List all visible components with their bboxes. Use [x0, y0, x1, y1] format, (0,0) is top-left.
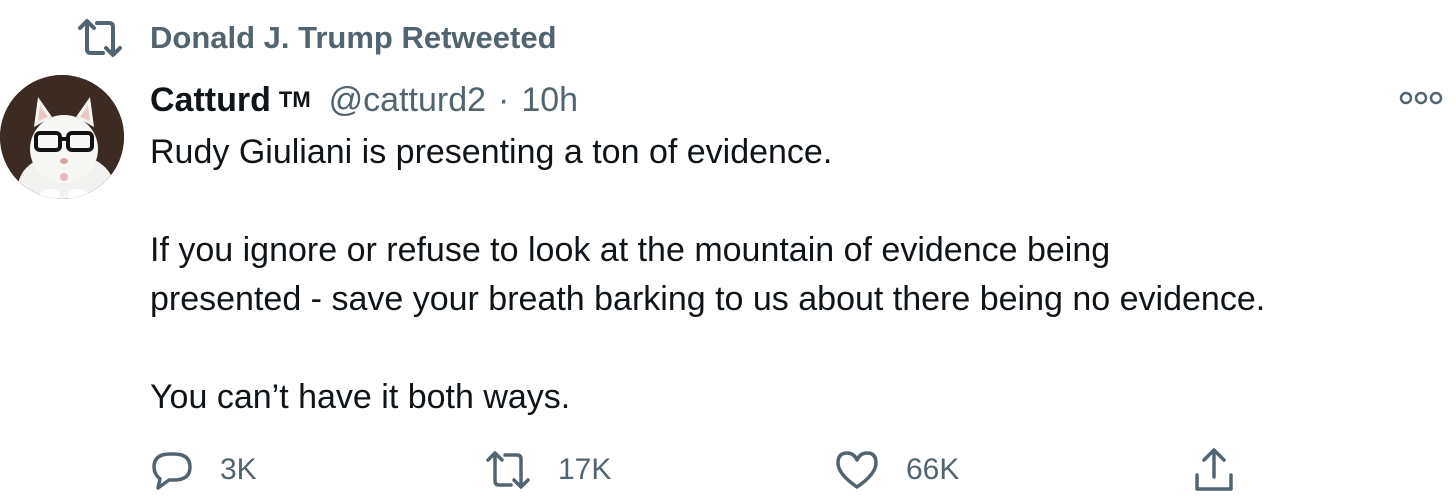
share-button[interactable]	[1192, 443, 1236, 497]
tweet-text-line: Rudy Giuliani is presenting a ton of evi…	[150, 133, 833, 171]
more-button[interactable]	[1398, 86, 1444, 110]
user-handle[interactable]: @catturd2	[329, 81, 486, 120]
display-name[interactable]: Catturd	[150, 81, 271, 120]
reply-icon	[152, 452, 192, 490]
retweet-icon	[78, 19, 122, 57]
retweet-context[interactable]: Donald J. Trump Retweeted	[76, 16, 557, 60]
retweet-context-label: Donald J. Trump Retweeted	[150, 20, 557, 55]
tweet-text-line: If you ignore or refuse to look at the m…	[150, 231, 1111, 269]
tweet-text-line: You can’t have it both ways.	[150, 378, 571, 416]
tweet-timestamp[interactable]: 10h	[521, 81, 578, 120]
avatar[interactable]	[0, 75, 124, 199]
like-count: 66K	[906, 453, 960, 486]
reply-button[interactable]: 3K	[150, 443, 257, 497]
retweet-count: 17K	[558, 453, 612, 486]
tweet-text-line: presented - save your breath barking to …	[150, 280, 1266, 318]
like-button[interactable]: 66K	[834, 443, 959, 497]
tweet-actions: 3K 17K 66K	[0, 443, 1456, 497]
tweet-text: Rudy Giuliani is presenting a ton of evi…	[150, 128, 1450, 422]
retweet-button[interactable]: 17K	[484, 443, 611, 497]
cat-with-glasses-avatar	[0, 75, 124, 199]
tweet-header: Catturd TM @catturd2 · 10h	[150, 76, 578, 124]
heart-icon	[836, 451, 878, 489]
share-icon	[1195, 448, 1233, 491]
trademark-badge: TM	[278, 87, 311, 112]
reply-count: 3K	[220, 453, 257, 486]
retweet-icon	[486, 451, 530, 489]
more-icon	[1399, 91, 1443, 105]
separator-dot: ·	[498, 80, 510, 119]
